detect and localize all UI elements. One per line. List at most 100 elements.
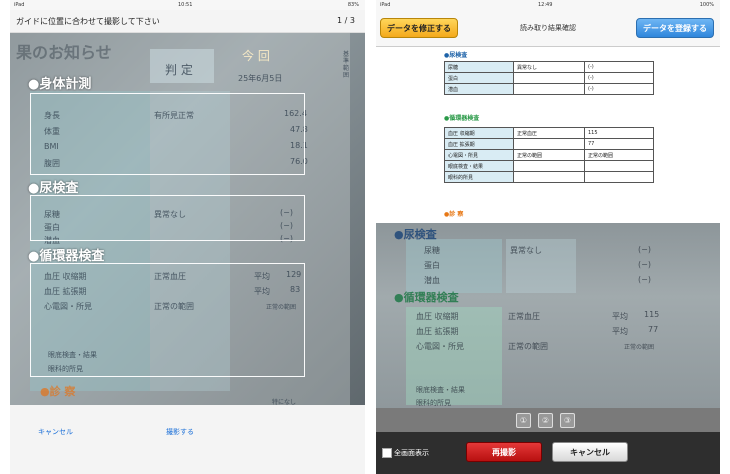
battery-level: 83% (347, 2, 359, 8)
guide-bar: ガイドに位置に合わせて撮影して下さい 1 / 3 (10, 10, 365, 33)
table-cell-label: 眼底検査・結果 (444, 160, 514, 172)
photo-circ-value: 77 (648, 325, 659, 334)
photo-circ-label: 血圧 収縮期 (416, 312, 459, 321)
photo-circ-value: 115 (644, 310, 660, 319)
page-button-1[interactable]: ① (516, 413, 531, 428)
fullscreen-checkbox[interactable] (382, 448, 392, 458)
circ-heading: ●循環器検査 (444, 115, 480, 122)
table-cell-value[interactable]: 115 (584, 127, 654, 139)
battery-level: 100% (699, 2, 714, 8)
photo-urine-value: (−) (638, 275, 651, 284)
table-row: 血圧 収縮期 正常血圧 115 (444, 127, 654, 139)
retake-button[interactable]: 再撮影 (466, 442, 542, 462)
cancel-button[interactable]: キャンセル (38, 427, 73, 437)
shoot-button[interactable]: 撮影する (166, 427, 194, 437)
photo-footer-row: 眼科的所見 (416, 399, 451, 407)
table-cell-value[interactable]: 正常の範囲 (584, 149, 654, 161)
bottom-toolbar: 全画面表示 再撮影 キャンセル (376, 432, 720, 474)
table-cell-value[interactable] (584, 160, 654, 172)
guide-frame-body (30, 93, 305, 175)
photo-circ-value: 正常の範囲 (624, 344, 655, 351)
guide-text: ガイドに位置に合わせて撮影して下さい (16, 17, 160, 26)
table-cell-label: 心電図・所見 (444, 149, 514, 161)
table-cell-label: 蛋白 (444, 72, 514, 84)
status-bar: iPad 12:49 100% (376, 0, 720, 10)
photo-circ-label: 血圧 拡張期 (416, 327, 459, 336)
photo-circ-result: 正常の範囲 (508, 342, 548, 351)
register-data-button[interactable]: データを登録する (636, 18, 714, 38)
nav-bar: データを修正する 読み取り結果確認 データを登録する (376, 10, 720, 47)
table-row: 血圧 拡張期 77 (444, 138, 654, 150)
photo-urine-label: 蛋白 (424, 261, 440, 270)
table-cell-value[interactable]: (-) (584, 61, 654, 73)
photo-urine-label: 潜血 (424, 276, 440, 285)
table-cell-value[interactable]: 正常血圧 (513, 127, 585, 139)
photo-urine-value: (−) (638, 260, 651, 269)
photo-circ-heading: ●循環器検査 (394, 291, 459, 304)
status-bar: iPad 10:51 83% (10, 0, 365, 10)
table-row: 眼科的所見 (444, 171, 654, 183)
table-cell-label: 眼科的所見 (444, 171, 514, 183)
table-cell-value[interactable] (513, 138, 585, 150)
carrier-label: iPad (380, 2, 391, 8)
captured-photo: ●尿検査 尿糖 (−) 蛋白 (−) 潜血 (−) 異常なし ●循環器検査 血圧… (376, 223, 720, 408)
section-label-circ: ●循環器検査 (28, 249, 105, 264)
guide-frame-circ (30, 263, 305, 377)
photo-circ-result: 正常血圧 (508, 312, 540, 321)
page-button-3[interactable]: ③ (560, 413, 575, 428)
table-cell-label: 血圧 拡張期 (444, 138, 514, 150)
table-cell-value[interactable]: (-) (584, 83, 654, 95)
table-cell-label: 尿糖 (444, 61, 514, 73)
diag-sub: 特になし (272, 399, 297, 405)
table-row: 蛋白 (-) (444, 72, 654, 84)
photo-urine-heading: ●尿検査 (394, 228, 437, 241)
table-row: 尿糖 異常なし (-) (444, 61, 654, 73)
table-cell-value[interactable] (513, 171, 585, 183)
table-cell-value[interactable] (513, 160, 585, 172)
section-label-urine: ●尿検査 (28, 181, 79, 196)
photo-footer-row: 眼底検査・結果 (416, 386, 465, 394)
photo-circ-label: 心電図・所見 (416, 342, 464, 351)
table-cell-label: 血圧 収縮期 (444, 127, 514, 139)
confirm-screen: iPad 12:49 100% データを修正する 読み取り結果確認 データを登録… (376, 0, 720, 474)
table-cell-value[interactable]: 77 (584, 138, 654, 150)
table-cell-value[interactable]: 正常の範囲 (513, 149, 585, 161)
table-row: 潜血 (-) (444, 83, 654, 95)
exam-date: 25年6月5日 (238, 74, 283, 83)
camera-screen: iPad 10:51 83% ガイドに位置に合わせて撮影して下さい 1 / 3 … (10, 0, 365, 474)
urine-heading: ●尿検査 (444, 52, 468, 59)
page-counter: 1 / 3 (337, 16, 355, 25)
photo-circ-tag: 平均 (612, 327, 628, 336)
table-cell-value[interactable]: 異常なし (513, 61, 585, 73)
read-result: ●尿検査 尿糖 異常なし (-) 蛋白 (-) 潜血 (-) ●循環器検査 血圧… (376, 47, 720, 223)
cancel-button[interactable]: キャンセル (552, 442, 628, 462)
table-cell-value[interactable] (513, 83, 585, 95)
clock: 10:51 (178, 2, 193, 8)
circ-table: 血圧 収縮期 正常血圧 115 血圧 拡張期 77 心電図・所見 正常の範囲 正… (444, 127, 654, 183)
carrier-label: iPad (14, 2, 25, 8)
table-cell-value[interactable] (584, 171, 654, 183)
table-cell-value[interactable]: (-) (584, 72, 654, 84)
current-label: 今 回 (242, 49, 270, 63)
side-label: 基準範囲 (343, 51, 350, 79)
doc-header: 果のお知らせ (16, 43, 112, 62)
diag-heading: ●診 察 (444, 211, 464, 218)
section-label-body: ●身体計測 (28, 77, 92, 92)
clock: 12:49 (538, 2, 553, 8)
fix-data-button[interactable]: データを修正する (380, 18, 458, 38)
page-selector: ① ② ③ (376, 408, 720, 432)
urine-table: 尿糖 異常なし (-) 蛋白 (-) 潜血 (-) (444, 61, 654, 95)
table-row: 眼底検査・結果 (444, 160, 654, 172)
photo-circ-tag: 平均 (612, 312, 628, 321)
photo-urine-label: 尿糖 (424, 246, 440, 255)
diag-label: ●診 察 (40, 385, 76, 398)
photo-urine-result: 異常なし (510, 246, 542, 255)
camera-preview[interactable]: 果のお知らせ 判 定 今 回 25年6月5日 基準範囲 身長 162.4 体重 … (10, 33, 365, 405)
table-row: 心電図・所見 正常の範囲 正常の範囲 (444, 149, 654, 161)
fullscreen-label: 全画面表示 (394, 449, 429, 457)
guide-frame-urine (30, 195, 305, 241)
photo-urine-value: (−) (638, 245, 651, 254)
camera-toolbar: キャンセル 撮影する (10, 405, 365, 474)
page-button-2[interactable]: ② (538, 413, 553, 428)
table-cell-value[interactable] (513, 72, 585, 84)
